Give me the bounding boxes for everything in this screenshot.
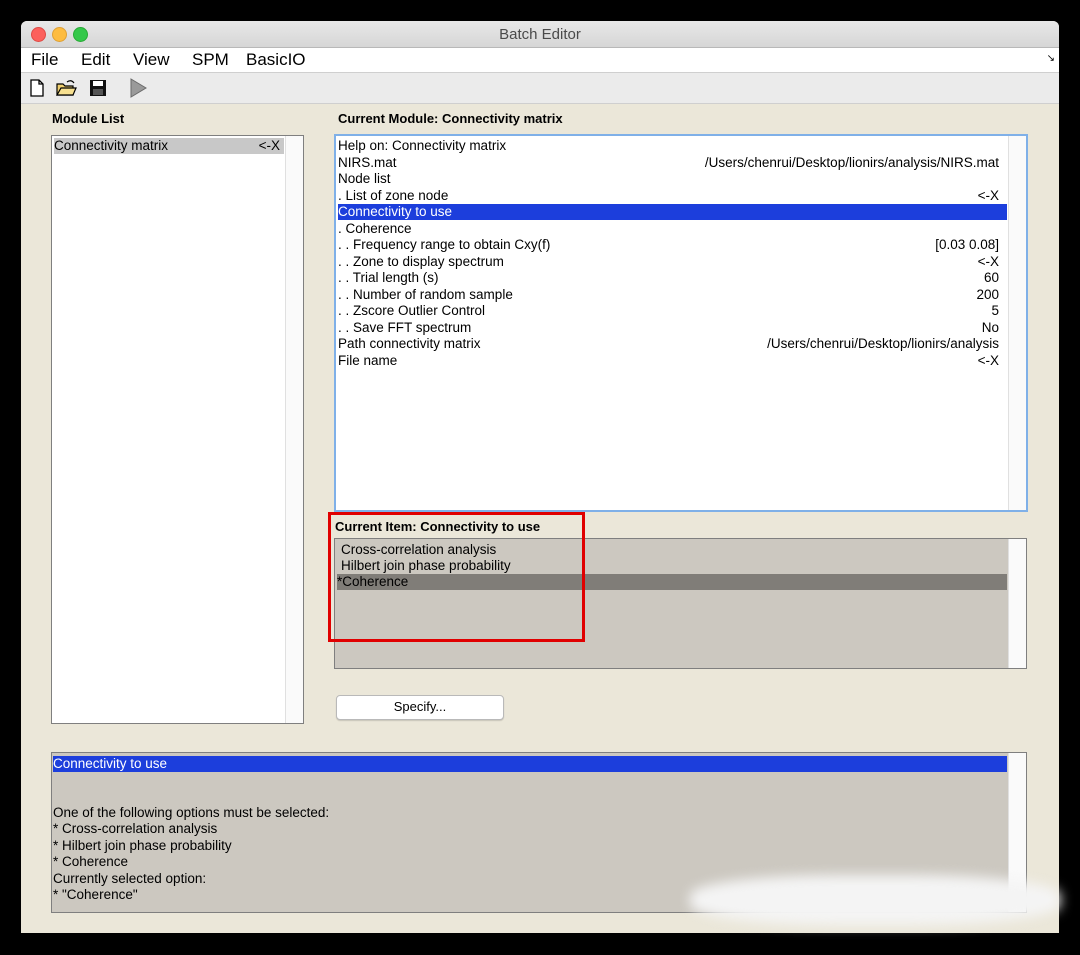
module-row[interactable]: Help on: Connectivity matrix	[338, 138, 1007, 154]
module-list-panel[interactable]: Connectivity matrix <-X	[51, 135, 304, 724]
watermark-blur	[690, 875, 1060, 925]
module-row[interactable]: Path connectivity matrix/Users/chenrui/D…	[338, 336, 1007, 352]
current-module-title: Current Module: Connectivity matrix	[338, 111, 563, 126]
module-row[interactable]: . . Trial length (s) 60	[338, 270, 1007, 286]
save-icon[interactable]	[87, 78, 109, 98]
help-line: One of the following options must be sel…	[53, 805, 330, 820]
menu-file[interactable]: File	[31, 50, 58, 70]
module-row[interactable]: Node list	[338, 171, 1007, 187]
help-line: * Hilbert join phase probability	[53, 838, 232, 853]
toolbar	[21, 73, 1059, 104]
menu-view[interactable]: View	[133, 50, 170, 70]
menu-basicio[interactable]: BasicIO	[246, 50, 306, 70]
module-row[interactable]: Connectivity to use	[338, 204, 1007, 220]
menu-bar: File Edit View SPM BasicIO ↘	[21, 48, 1059, 73]
title-bar[interactable]: Batch Editor	[21, 21, 1059, 48]
module-row[interactable]: NIRS.mat/Users/chenrui/Desktop/lionirs/a…	[338, 155, 1007, 171]
window-title: Batch Editor	[499, 26, 581, 43]
module-list-item[interactable]: Connectivity matrix <-X	[54, 138, 284, 154]
run-icon[interactable]	[127, 78, 149, 98]
module-row[interactable]: . . Number of random sample 200	[338, 287, 1007, 303]
module-list-title: Module List	[52, 111, 125, 126]
help-line: * Cross-correlation analysis	[53, 821, 218, 836]
help-line-title: Connectivity to use	[53, 756, 1007, 772]
module-list-scrollbar[interactable]	[285, 136, 303, 723]
specify-button[interactable]: Specify...	[336, 695, 504, 720]
module-row[interactable]: File name <-X	[338, 353, 1007, 369]
new-file-icon[interactable]	[26, 78, 48, 98]
current-item-scrollbar[interactable]	[1008, 539, 1026, 668]
resize-arrow-icon[interactable]: ↘	[1047, 53, 1055, 64]
module-row[interactable]: . . Frequency range to obtain Cxy(f) [0.0…	[338, 237, 1007, 253]
help-line: * Coherence	[53, 854, 129, 869]
menu-edit[interactable]: Edit	[81, 50, 110, 70]
open-folder-icon[interactable]	[55, 78, 77, 98]
red-highlight-box	[328, 512, 585, 642]
module-row[interactable]: . Coherence	[338, 221, 1007, 237]
module-row[interactable]: . . Zscore Outlier Control 5	[338, 303, 1007, 319]
menu-spm[interactable]: SPM	[192, 50, 229, 70]
current-module-panel[interactable]: Help on: Connectivity matrix NIRS.mat/Use…	[334, 134, 1028, 512]
batch-editor-window: Batch Editor File Edit View SPM BasicIO …	[21, 21, 1059, 933]
module-row[interactable]: . . Zone to display spectrum <-X	[338, 254, 1007, 270]
module-row[interactable]: . . Save FFT spectrum No	[338, 320, 1007, 336]
module-row[interactable]: . List of zone node <-X	[338, 188, 1007, 204]
current-module-scrollbar[interactable]	[1008, 136, 1026, 510]
